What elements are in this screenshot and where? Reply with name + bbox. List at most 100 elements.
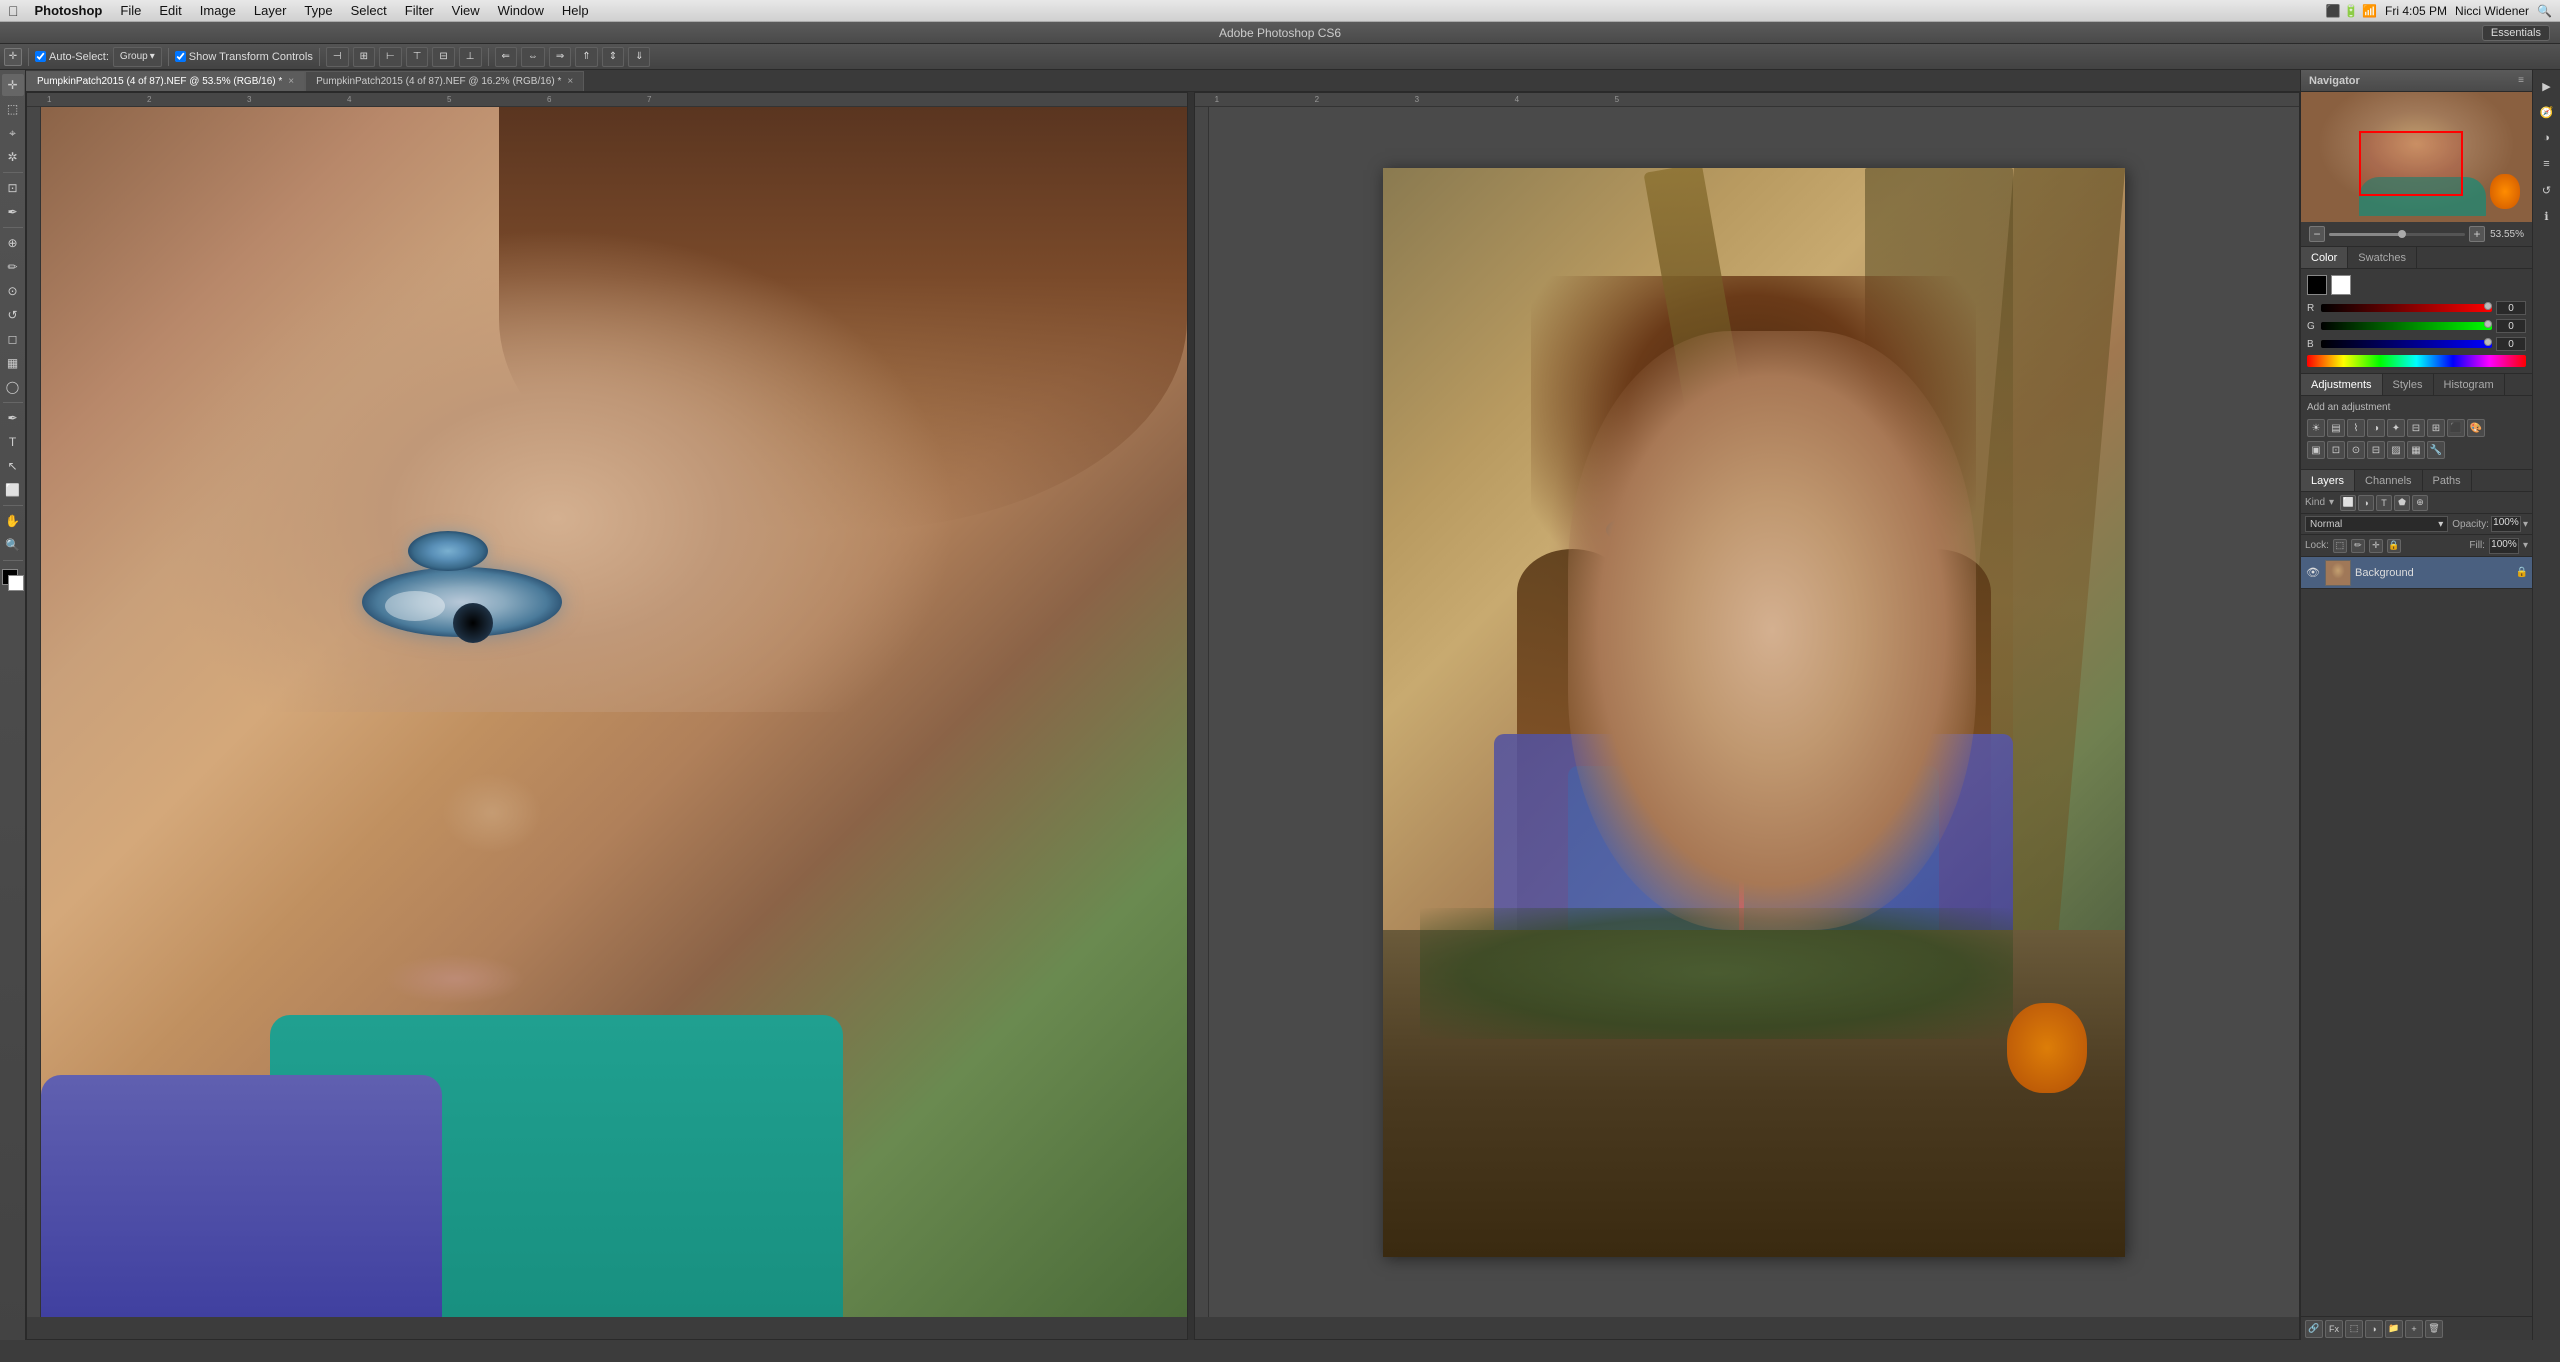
eraser-tool[interactable]: ◻ (2, 328, 24, 350)
distribute-right-btn[interactable]: ⇒ (549, 47, 571, 67)
adj-vibrance-btn[interactable]: ✦ (2387, 419, 2405, 437)
essentials-button[interactable]: Essentials (2482, 25, 2550, 41)
dodge-tool[interactable]: ◯ (2, 376, 24, 398)
adj-bw-btn[interactable]: ⬛ (2447, 419, 2465, 437)
adj-curves-btn[interactable]: ⌇ (2347, 419, 2365, 437)
adj-colorlookup-btn[interactable]: ⊡ (2327, 441, 2345, 459)
color-tab[interactable]: Color (2301, 247, 2348, 268)
distribute-center-h-btn[interactable]: ⇔ (521, 47, 545, 67)
pen-tool[interactable]: ✒ (2, 407, 24, 429)
adj-colorbalance-btn[interactable]: ⊞ (2427, 419, 2445, 437)
adj-channelmixer-btn[interactable]: ▣ (2307, 441, 2325, 459)
layer-fx-btn[interactable]: Fx (2325, 1320, 2343, 1338)
background-color[interactable] (8, 575, 24, 591)
distribute-bottom-btn[interactable]: ⇓ (628, 47, 650, 67)
panel-strip-layers[interactable]: ≡ (2535, 152, 2559, 176)
bg-color-picker[interactable] (2331, 275, 2351, 295)
adj-brightness-btn[interactable]: ☀ (2307, 419, 2325, 437)
magic-wand-tool[interactable]: ✲ (2, 146, 24, 168)
align-left-btn[interactable]: ⊣ (326, 47, 349, 67)
filter-shape-btn[interactable]: ⬟ (2394, 495, 2410, 511)
filter-text-btn[interactable]: T (2376, 495, 2392, 511)
panel-strip-navigator[interactable]: 🧭 (2535, 100, 2559, 124)
g-slider[interactable] (2321, 322, 2492, 330)
r-value[interactable]: 0 (2496, 301, 2526, 315)
fg-color-picker[interactable] (2307, 275, 2327, 295)
menu-bar-search-icon[interactable]: 🔍 (2537, 4, 2552, 18)
history-brush-tool[interactable]: ↺ (2, 304, 24, 326)
navigator-collapse[interactable]: ≡ (2518, 75, 2524, 86)
filter-adjust-btn[interactable]: ◑ (2358, 495, 2374, 511)
menu-edit[interactable]: Edit (151, 1, 189, 20)
layer-row-background[interactable]: 👁 Background 🔒 (2301, 557, 2532, 589)
text-tool[interactable]: T (2, 431, 24, 453)
shape-tool[interactable]: ⬜ (2, 479, 24, 501)
menu-filter[interactable]: Filter (397, 1, 442, 20)
align-top-btn[interactable]: ⊤ (406, 47, 429, 67)
doc-tab-1-close[interactable]: × (567, 76, 573, 87)
opacity-input[interactable]: 100% (2491, 516, 2521, 532)
menu-photoshop[interactable]: Photoshop (27, 1, 111, 20)
canvas-content-right[interactable] (1209, 107, 2299, 1317)
layers-tab[interactable]: Layers (2301, 470, 2355, 491)
channels-tab[interactable]: Channels (2355, 470, 2422, 491)
g-value[interactable]: 0 (2496, 319, 2526, 333)
zoom-tool[interactable]: 🔍 (2, 534, 24, 556)
color-spectrum[interactable] (2307, 355, 2526, 367)
menu-window[interactable]: Window (490, 1, 552, 20)
lock-paint-btn[interactable]: ✏ (2351, 539, 2365, 553)
menu-type[interactable]: Type (296, 1, 340, 20)
gradient-tool[interactable]: ▦ (2, 352, 24, 374)
menu-file[interactable]: File (112, 1, 149, 20)
brush-tool[interactable]: ✏ (2, 256, 24, 278)
canvas-content-left[interactable] (41, 107, 1187, 1317)
lock-move-btn[interactable]: ✛ (2369, 539, 2383, 553)
panel-strip-history[interactable]: ↺ (2535, 178, 2559, 202)
zoom-in-btn[interactable]: + (2469, 226, 2485, 242)
zoom-out-btn[interactable]: − (2309, 226, 2325, 242)
zoom-slider[interactable] (2329, 233, 2465, 236)
b-slider[interactable] (2321, 340, 2492, 348)
filter-pixel-btn[interactable]: ⬜ (2340, 495, 2356, 511)
histogram-tab[interactable]: Histogram (2434, 374, 2505, 395)
delete-layer-btn[interactable]: 🗑 (2425, 1320, 2443, 1338)
eyedropper-tool[interactable]: ✒ (2, 201, 24, 223)
auto-select-checkbox[interactable] (35, 51, 46, 62)
align-right-btn[interactable]: ⊢ (379, 47, 402, 67)
align-bottom-btn[interactable]: ⊥ (459, 47, 482, 67)
menu-select[interactable]: Select (343, 1, 395, 20)
zoom-thumb[interactable] (2398, 230, 2406, 238)
align-center-h-btn[interactable]: ⊞ (353, 47, 375, 67)
paths-tab[interactable]: Paths (2423, 470, 2472, 491)
adj-gradient-map-btn[interactable]: ▦ (2407, 441, 2425, 459)
swatches-tab[interactable]: Swatches (2348, 247, 2417, 268)
adj-exposure-btn[interactable]: ◑ (2367, 419, 2385, 437)
adj-invert-btn[interactable]: ⊙ (2347, 441, 2365, 459)
crop-tool[interactable]: ⊡ (2, 177, 24, 199)
add-link-btn[interactable]: 🔗 (2305, 1320, 2323, 1338)
adj-threshold-btn[interactable]: ▨ (2387, 441, 2405, 459)
hand-tool[interactable]: ✋ (2, 510, 24, 532)
opacity-arrow[interactable]: ▾ (2523, 519, 2528, 530)
adj-levels-btn[interactable]: ▤ (2327, 419, 2345, 437)
adj-posterize-btn[interactable]: ⊟ (2367, 441, 2385, 459)
distribute-top-btn[interactable]: ⇑ (575, 47, 597, 67)
heal-tool[interactable]: ⊕ (2, 232, 24, 254)
lasso-tool[interactable]: ⌖ (2, 122, 24, 144)
panel-strip-collapse[interactable]: ▶ (2535, 74, 2559, 98)
move-tool[interactable]: ✛ (2, 74, 24, 96)
styles-tab[interactable]: Styles (2383, 374, 2434, 395)
panel-strip-adjustments[interactable]: ◑ (2535, 126, 2559, 150)
apple-menu[interactable]:  (8, 3, 19, 19)
fill-arrow[interactable]: ▾ (2523, 540, 2528, 551)
adj-selective-color-btn[interactable]: 🔧 (2427, 441, 2445, 459)
nav-view-box[interactable] (2359, 131, 2463, 196)
adj-hsl-btn[interactable]: ⊟ (2407, 419, 2425, 437)
show-transform-checkbox[interactable] (175, 51, 186, 62)
new-group-btn[interactable]: 📁 (2385, 1320, 2403, 1338)
navigator-preview[interactable] (2301, 92, 2532, 222)
distribute-center-v-btn[interactable]: ⇕ (602, 47, 624, 67)
new-adj-layer-btn[interactable]: ◑ (2365, 1320, 2383, 1338)
menu-layer[interactable]: Layer (246, 1, 295, 20)
marquee-tool[interactable]: ⬚ (2, 98, 24, 120)
